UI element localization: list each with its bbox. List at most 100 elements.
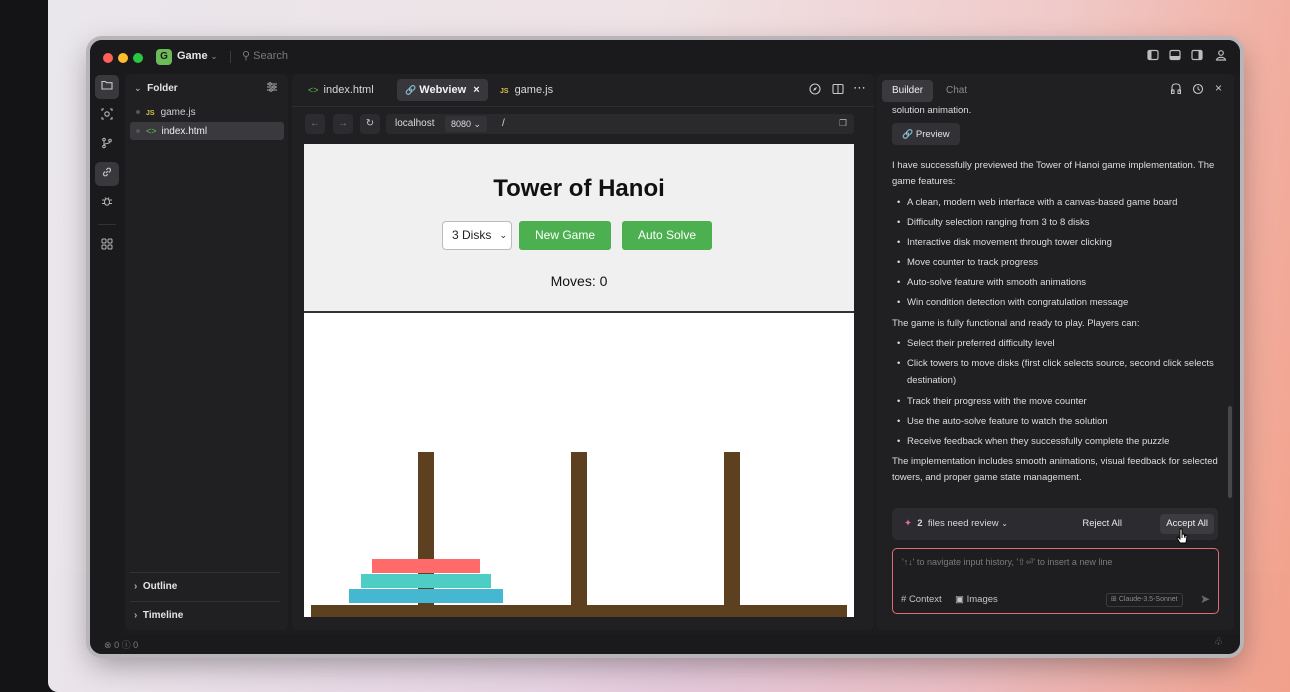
js-file-icon: JS [500, 88, 509, 95]
back-button[interactable]: ← [305, 114, 325, 134]
tab-webview[interactable]: 🔗 Webview × [397, 79, 488, 101]
html-file-icon: <> [308, 85, 319, 95]
moves-counter: Moves: 0 [550, 273, 608, 289]
tab-game-js[interactable]: JS game.js [492, 79, 561, 101]
timeline-section[interactable]: › Timeline [130, 601, 280, 629]
action-item: Click towers to move disks (first click … [897, 356, 1221, 389]
tab-builder[interactable]: Builder [882, 80, 934, 102]
game-board-canvas[interactable] [304, 315, 854, 617]
notifications-icon[interactable]: ♧ [1214, 637, 1223, 648]
search-code-icon[interactable] [95, 104, 119, 128]
mouse-pointer-icon [1176, 528, 1188, 544]
review-label[interactable]: files need review [928, 518, 999, 529]
tab-chat[interactable]: Chat [936, 80, 977, 102]
search-icon: ⚲ [242, 50, 251, 62]
copy-icon[interactable]: ❐ [839, 118, 847, 129]
more-icon[interactable]: ⋯ [853, 80, 866, 96]
intro-text: I have successfully previewed the Tower … [892, 160, 1215, 187]
toggle-left-panel-icon[interactable] [1146, 49, 1160, 63]
folder-label: Folder [147, 83, 178, 94]
reject-all-button[interactable]: Reject All [1082, 518, 1122, 529]
tab-index-html[interactable]: <> index.html [300, 79, 382, 101]
new-chat-icon[interactable] [1170, 83, 1182, 98]
toggle-bottom-panel-icon[interactable] [1168, 49, 1182, 63]
search-placeholder: Search [253, 50, 288, 62]
action-item: Use the auto-solve feature to watch the … [897, 414, 1221, 431]
preview-button[interactable]: 🔗 Preview [892, 123, 960, 145]
project-name: Game [177, 50, 208, 62]
previous-message-tail: solution animation. [892, 105, 972, 116]
disk-count-select[interactable]: 3 Disks ⌄ [442, 221, 512, 250]
file-item-index-html[interactable]: <> index.html [130, 122, 284, 140]
js-file-icon: JS [146, 110, 155, 117]
auto-solve-button[interactable]: Auto Solve [622, 221, 712, 250]
problems-indicator[interactable]: ⊗ 0 ⓘ 0 [104, 638, 138, 651]
minimize-window-button[interactable] [118, 53, 128, 63]
chat-scrollbar[interactable] [1228, 406, 1232, 498]
ide-window: G Game ⌄ ⚲ Search ⌄ Folder JS game.js <> i… [90, 40, 1240, 654]
players-intro: The game is fully functional and ready t… [892, 318, 1140, 329]
context-button[interactable]: # Context [901, 594, 942, 605]
review-count: 2 [917, 518, 923, 529]
close-window-button[interactable] [103, 53, 113, 63]
webview-content: Tower of Hanoi 3 Disks ⌄ New Game Auto So… [304, 144, 854, 617]
tower-3[interactable] [724, 452, 740, 607]
send-icon[interactable]: ➤ [1200, 592, 1210, 606]
close-panel-icon[interactable]: × [1215, 81, 1222, 95]
sparkle-icon: ✦ [904, 518, 912, 529]
chevron-down-icon: ⌄ [499, 230, 507, 240]
explorer-icon[interactable] [95, 75, 119, 99]
folder-header[interactable]: ⌄ Folder [134, 83, 178, 94]
app-badge[interactable]: G [156, 49, 172, 65]
compass-icon[interactable] [809, 83, 821, 98]
file-name: index.html [161, 126, 208, 137]
action-item: Track their progress with the move count… [897, 394, 1221, 411]
history-icon[interactable] [1192, 83, 1204, 98]
disk-small [372, 559, 480, 573]
disk-large [349, 589, 503, 603]
feature-item: Win condition detection with congratulat… [897, 295, 1221, 312]
summary-text: The implementation includes smooth anima… [892, 456, 1218, 483]
search-field[interactable]: ⚲ Search [242, 49, 288, 62]
account-icon[interactable] [1214, 49, 1228, 63]
split-editor-icon[interactable] [832, 83, 844, 98]
new-game-button[interactable]: New Game [519, 221, 611, 250]
close-tab-icon[interactable]: × [473, 84, 479, 96]
chevron-down-icon: ⌄ [473, 119, 482, 129]
divider [230, 51, 231, 63]
editor-area: <> index.html 🔗 Webview × JS game.js ⋯ ← →… [292, 74, 874, 630]
timeline-label: Timeline [142, 610, 184, 621]
chevron-right-icon: › [134, 581, 138, 592]
tower-2[interactable] [571, 452, 587, 607]
debug-icon[interactable] [95, 191, 119, 215]
images-button[interactable]: ▣ Images [955, 594, 998, 605]
address-host: localhost [395, 118, 435, 129]
webview-link-icon[interactable] [95, 162, 119, 186]
extensions-icon[interactable] [95, 234, 119, 258]
chat-input[interactable]: '↑↓' to navigate input history, '⇧⏎' to … [892, 548, 1219, 614]
file-item-game-js[interactable]: JS game.js [130, 104, 284, 122]
review-bar: ✦ 2 files need review ⌄ Reject All Accep… [892, 508, 1218, 540]
address-path[interactable]: / [502, 118, 505, 129]
title-bar: G Game ⌄ ⚲ Search [90, 40, 1240, 74]
model-select[interactable]: ⊞ Claude-3.5-Sonnet [1106, 593, 1183, 607]
project-switcher[interactable]: Game ⌄ [177, 50, 217, 62]
feature-item: A clean, modern web interface with a can… [897, 195, 1221, 212]
forward-button[interactable]: → [333, 114, 353, 134]
feature-item: Difficulty selection ranging from 3 to 8… [897, 215, 1221, 232]
chevron-right-icon: › [134, 610, 138, 621]
maximize-window-button[interactable] [133, 53, 143, 63]
source-control-icon[interactable] [95, 133, 119, 157]
action-item: Select their preferred difficulty level [897, 336, 1221, 353]
chevron-down-icon: ⌄ [1001, 519, 1008, 528]
tab-label: Webview [419, 84, 467, 96]
port-select[interactable]: 8080 ⌄ [445, 116, 488, 132]
feature-item: Auto-solve feature with smooth animation… [897, 275, 1221, 292]
outline-section[interactable]: › Outline [130, 572, 280, 600]
toggle-right-panel-icon[interactable] [1190, 49, 1204, 63]
reload-button[interactable]: ↻ [360, 114, 380, 134]
cube-icon: ⊞ [1111, 596, 1117, 603]
file-name: game.js [160, 107, 196, 118]
html-file-icon: <> [146, 126, 157, 136]
filter-icon[interactable] [266, 82, 278, 95]
